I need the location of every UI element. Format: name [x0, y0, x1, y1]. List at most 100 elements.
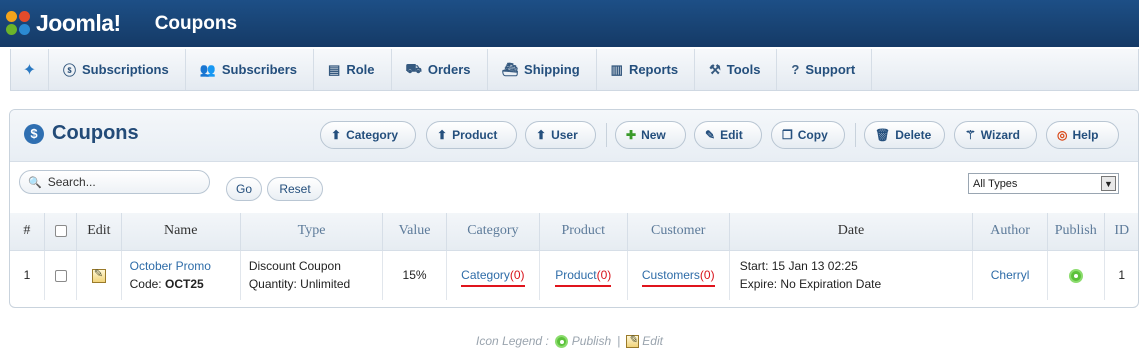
- product-button-label: Product: [452, 128, 498, 142]
- menu-item-label: Subscribers: [221, 62, 298, 77]
- truck-icon: ⛟: [405, 60, 422, 76]
- menu-item-label: Reports: [628, 62, 679, 77]
- edit-button[interactable]: ✎ Edit: [694, 121, 762, 149]
- row-checkbox[interactable]: [54, 270, 67, 283]
- page-header-title: Coupons: [154, 12, 238, 34]
- author-link[interactable]: Cherryl: [972, 250, 1048, 300]
- reset-button[interactable]: Reset: [267, 177, 323, 201]
- type-filter-select[interactable]: All Types ▼: [968, 173, 1119, 194]
- col-value[interactable]: Value: [382, 213, 447, 251]
- toolbar-divider: [855, 123, 856, 147]
- coupon-code-value: OCT25: [164, 277, 204, 292]
- icon-legend: Icon Legend : Publish | Edit: [0, 333, 1139, 349]
- customers-link[interactable]: Customers(0): [641, 268, 715, 288]
- delete-button[interactable]: 🗑 Delete: [864, 121, 945, 149]
- row-date-cell: Start: 15 Jan 13 02:25 Expire: No Expira…: [729, 250, 974, 300]
- user-button[interactable]: ⬆ User: [525, 121, 596, 149]
- panel-header: $ Coupons ⬆ Category ⬆ Product ⬆ User ✚ New …: [10, 110, 1138, 162]
- col-product[interactable]: Product: [539, 213, 628, 251]
- menu-item-label: Tools: [726, 62, 761, 77]
- dollar-circle-icon: $: [24, 123, 44, 144]
- top-header-bar: Joomla! Coupons: [0, 0, 1139, 47]
- coupon-type: Discount Coupon: [248, 259, 341, 274]
- new-button-label: New: [641, 128, 666, 142]
- menu-item-shipping[interactable]: ⛴ Shipping: [488, 49, 597, 90]
- customers-link-label: Customers: [641, 268, 700, 283]
- edit-icon: ✎: [705, 128, 716, 142]
- main-menu-bar: ✦ ⓢ Subscriptions 👥 Subscribers ▤ Role ⛟ Ord…: [10, 49, 1139, 91]
- col-category[interactable]: Category: [446, 213, 540, 251]
- coupon-code: Code: OCT25: [130, 275, 240, 293]
- help-button-label: Help: [1072, 128, 1099, 142]
- coupons-panel: $ Coupons ⬆ Category ⬆ Product ⬆ User ✚ New …: [9, 109, 1139, 308]
- product-link-label: Product: [555, 268, 597, 283]
- help-button[interactable]: ◎ Help: [1046, 121, 1119, 149]
- page-title: $ Coupons: [24, 122, 139, 145]
- menu-item-label: Support: [805, 62, 856, 77]
- product-count: (0): [596, 268, 612, 283]
- category-count: (0): [509, 268, 525, 283]
- coupon-code-label: Code:: [129, 277, 162, 292]
- menu-home-icon[interactable]: ✦: [11, 49, 49, 90]
- edit-icon[interactable]: [91, 267, 106, 283]
- magic-wand-icon: ⚚: [965, 128, 976, 142]
- menu-item-label: Subscriptions: [82, 62, 169, 77]
- menu-item-orders[interactable]: ⛟ Orders: [392, 49, 488, 90]
- add-icon: ✚: [626, 128, 637, 142]
- col-num: #: [10, 213, 45, 251]
- menu-item-role[interactable]: ▤ Role: [314, 49, 392, 90]
- select-all-checkbox[interactable]: [54, 225, 67, 238]
- logo-text: Joomla!: [36, 10, 121, 36]
- date-expire: Expire: No Expiration Date: [739, 277, 882, 292]
- col-author[interactable]: Author: [972, 213, 1048, 251]
- coupon-name-link[interactable]: October Promo: [130, 257, 240, 275]
- menu-item-support[interactable]: ? Support: [777, 49, 873, 90]
- col-date[interactable]: Date: [729, 213, 974, 251]
- col-select-all: [44, 213, 78, 251]
- arrow-up-circle-icon: ⬆: [331, 128, 342, 142]
- table-row: 1 October Promo Code: OCT25 Discount Cou…: [10, 250, 1138, 300]
- joomla-logo[interactable]: Joomla!: [6, 10, 121, 37]
- col-edit: Edit: [76, 213, 122, 251]
- date-start: Start: 15 Jan 13 02:25: [739, 259, 858, 274]
- delete-button-label: Delete: [895, 128, 932, 142]
- category-link[interactable]: Category(0): [461, 268, 525, 288]
- product-button[interactable]: ⬆ Product: [426, 121, 517, 149]
- copy-button[interactable]: ❐ Copy: [771, 121, 845, 149]
- row-num: 1: [10, 250, 45, 300]
- toolbar-divider: [606, 123, 607, 147]
- chevron-down-icon[interactable]: ▼: [1101, 176, 1116, 191]
- col-id[interactable]: ID: [1104, 213, 1138, 251]
- coupon-quantity: Quantity: Unlimited: [248, 277, 351, 292]
- menu-item-subscriptions[interactable]: ⓢ Subscriptions: [49, 49, 186, 90]
- publish-icon[interactable]: [1068, 268, 1083, 283]
- copy-button-label: Copy: [797, 128, 828, 142]
- row-id: 1: [1104, 250, 1138, 300]
- legend-separator: |: [617, 334, 621, 348]
- col-name[interactable]: Name: [121, 213, 241, 251]
- menu-item-subscribers[interactable]: 👥 Subscribers: [186, 49, 315, 90]
- customer-count: (0): [699, 268, 715, 283]
- bar-chart-icon: ▥: [610, 61, 623, 77]
- question-icon: ?: [791, 62, 800, 77]
- search-input[interactable]: 🔍 Search...: [19, 170, 210, 194]
- search-placeholder: Search...: [47, 175, 96, 189]
- category-button[interactable]: ⬆ Category: [320, 121, 416, 149]
- row-edit-cell: [76, 250, 122, 300]
- product-link[interactable]: Product(0): [555, 268, 612, 288]
- menu-item-tools[interactable]: ⚒ Tools: [695, 49, 778, 90]
- col-customer[interactable]: Customer: [627, 213, 730, 251]
- coupons-table: # Edit Name Type Value Category Product …: [10, 213, 1138, 300]
- new-button[interactable]: ✚ New: [615, 121, 686, 149]
- user-button-label: User: [551, 128, 578, 142]
- col-type[interactable]: Type: [240, 213, 384, 251]
- row-name-cell: October Promo Code: OCT25: [121, 250, 241, 300]
- row-customer-cell: Customers(0): [627, 250, 730, 300]
- dollar-circle-icon: ⓢ: [63, 63, 77, 78]
- wizard-button[interactable]: ⚚ Wizard: [954, 121, 1037, 149]
- menu-item-reports[interactable]: ▥ Reports: [597, 49, 696, 90]
- go-button[interactable]: Go: [226, 177, 262, 201]
- col-publish[interactable]: Publish: [1047, 213, 1105, 251]
- row-select-cell: [44, 250, 78, 300]
- ship-icon: ⛴: [501, 61, 519, 77]
